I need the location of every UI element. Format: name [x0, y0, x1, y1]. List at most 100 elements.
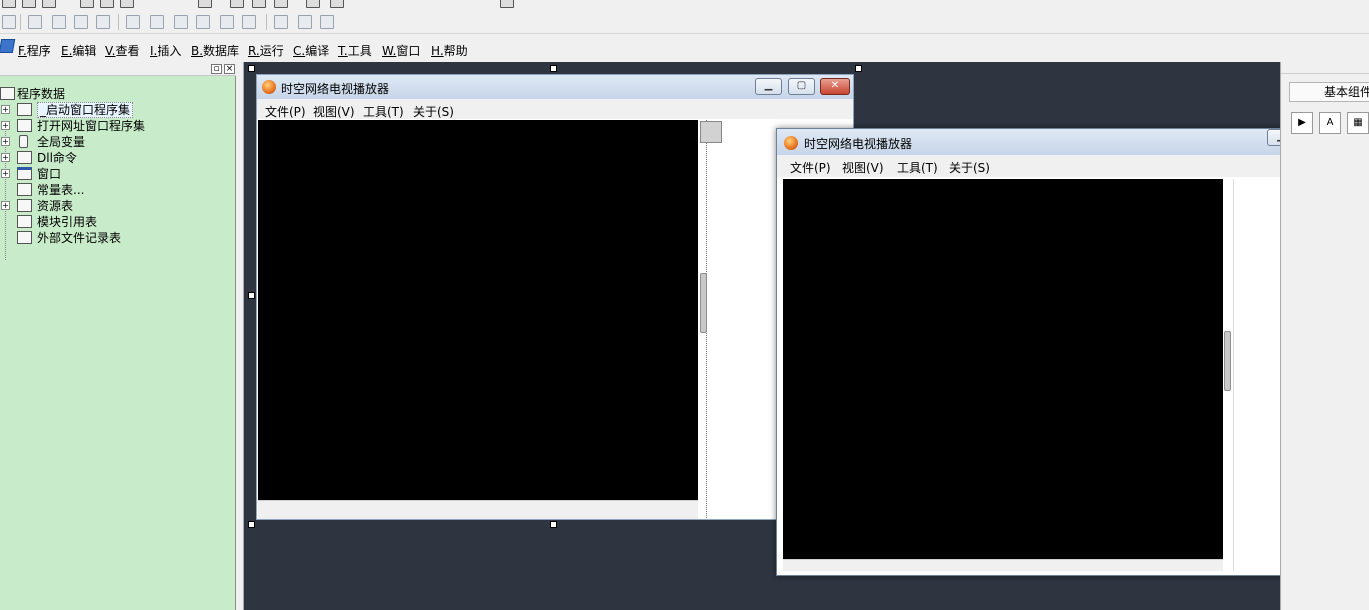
panel-splitter[interactable]	[236, 62, 244, 610]
class-icon	[17, 103, 32, 116]
same-height-icon[interactable]	[196, 15, 210, 29]
playlist-icon[interactable]	[700, 121, 722, 143]
menu-view[interactable]: 视图(V)	[842, 159, 884, 176]
pointer-icon[interactable]: ▶	[1291, 112, 1313, 134]
menu-view[interactable]: V.查看	[105, 42, 140, 59]
tree-item[interactable]: + _启动窗口程序集	[0, 102, 236, 118]
tree-root[interactable]: 程序数据	[0, 86, 236, 102]
toolbar-align-row	[0, 10, 1369, 34]
main-menubar: F.程序 E.编辑 V.查看 I.插入 B.数据库 R.运行 C.编译 T.工具…	[0, 36, 1369, 60]
expand-icon[interactable]: +	[1, 201, 10, 210]
grid-icon[interactable]	[2, 15, 16, 29]
design-window[interactable]: 时空网络电视播放器 ▁ ▢ ✕ 文件(P) 视图(V) 工具(T) 关于(S)	[256, 74, 854, 520]
label-icon[interactable]: A	[1319, 112, 1341, 134]
resource-icon	[17, 199, 32, 212]
stop-icon[interactable]	[330, 0, 344, 8]
copy-icon[interactable]	[100, 0, 114, 8]
expand-icon[interactable]: +	[1, 105, 10, 114]
menu-view[interactable]: 视图(V)	[313, 103, 355, 120]
window-titlebar[interactable]: 时空网络电视播放器 ▁ ▢ ✕	[257, 75, 853, 99]
module-icon	[17, 215, 32, 228]
video-area[interactable]	[258, 120, 698, 500]
menu-program[interactable]: F.程序	[18, 42, 51, 59]
expand-icon[interactable]: +	[1, 153, 10, 162]
toolbar-top-row	[0, 0, 1369, 10]
menu-compile[interactable]: C.编译	[293, 42, 329, 59]
resize-handle[interactable]	[550, 521, 557, 528]
tree-item[interactable]: + 窗口	[0, 166, 236, 182]
resize-handle[interactable]	[550, 65, 557, 72]
minimize-button[interactable]: ▁	[755, 78, 782, 95]
expand-icon[interactable]: +	[1, 137, 10, 146]
save-icon[interactable]	[42, 0, 56, 8]
layout-icon[interactable]	[274, 0, 288, 8]
tree-item-label: 窗口	[37, 167, 62, 181]
maximize-button[interactable]: ▢	[788, 78, 815, 95]
layout-icon[interactable]	[230, 0, 244, 8]
menu-tools[interactable]: 工具(T)	[363, 103, 404, 120]
expand-icon[interactable]: +	[1, 169, 10, 178]
resize-handle[interactable]	[855, 65, 862, 72]
resize-handle[interactable]	[248, 65, 255, 72]
layout-icon[interactable]	[252, 0, 266, 8]
variable-icon	[19, 135, 28, 148]
close-button[interactable]: ✕	[820, 78, 850, 95]
paste-icon[interactable]	[120, 0, 134, 8]
resize-width-icon[interactable]	[274, 15, 288, 29]
tree-item[interactable]: + 打开网址窗口程序集	[0, 118, 236, 134]
align-bottom-icon[interactable]	[96, 15, 110, 29]
edit-icon[interactable]	[22, 0, 36, 8]
menu-insert[interactable]: I.插入	[150, 42, 181, 59]
center-form-icon[interactable]	[320, 15, 334, 29]
status-bar	[783, 559, 1223, 571]
class-icon	[17, 119, 32, 132]
toolbar-icon[interactable]	[2, 0, 16, 8]
menu-database[interactable]: B.数据库	[191, 42, 239, 59]
resize-height-icon[interactable]	[298, 15, 312, 29]
resize-handle[interactable]	[248, 292, 255, 299]
space-horizontal-icon[interactable]	[220, 15, 234, 29]
collapse-grip[interactable]	[1224, 331, 1231, 391]
help-icon[interactable]	[500, 0, 514, 8]
same-width-icon[interactable]	[174, 15, 188, 29]
tree-item[interactable]: 模块引用表	[0, 214, 236, 230]
component-tab[interactable]: 基本组件	[1289, 82, 1369, 102]
menu-file[interactable]: 文件(P)	[265, 103, 306, 120]
close-icon[interactable]: ×	[224, 64, 235, 74]
menu-file[interactable]: 文件(P)	[790, 159, 831, 176]
video-area[interactable]	[783, 179, 1223, 559]
center-horizontal-icon[interactable]	[126, 15, 140, 29]
tree-item[interactable]: + Dll命令	[0, 150, 236, 166]
project-panel: ▫ × 程序数据 + _启动窗口程序集 + 打开网址窗口程序集 + 全局变量 +…	[0, 62, 236, 610]
collapse-grip[interactable]	[700, 273, 707, 333]
menu-help[interactable]: H.帮助	[431, 42, 468, 59]
panel-header	[1281, 62, 1369, 74]
align-left-icon[interactable]	[28, 15, 42, 29]
menu-tools[interactable]: T.工具	[338, 42, 372, 59]
align-top-icon[interactable]	[74, 15, 88, 29]
menu-tools[interactable]: 工具(T)	[897, 159, 938, 176]
cut-icon[interactable]	[80, 0, 94, 8]
run-icon[interactable]	[306, 0, 320, 8]
picture-icon[interactable]: ▦	[1347, 112, 1369, 134]
space-vertical-icon[interactable]	[242, 15, 256, 29]
menu-about[interactable]: 关于(S)	[413, 103, 454, 120]
tree-item[interactable]: + 全局变量	[0, 134, 236, 150]
menu-window[interactable]: W.窗口	[382, 42, 420, 59]
expand-icon[interactable]: +	[1, 121, 10, 130]
tree-item[interactable]: + 资源表	[0, 198, 236, 214]
align-right-icon[interactable]	[52, 15, 66, 29]
app-icon	[784, 136, 798, 150]
tree-item[interactable]: 外部文件记录表	[0, 230, 236, 246]
tree-item-label: Dll命令	[37, 151, 77, 165]
pin-icon[interactable]: ▫	[211, 64, 222, 74]
resize-handle[interactable]	[248, 521, 255, 528]
app-logo-icon	[0, 39, 16, 53]
menu-edit[interactable]: E.编辑	[61, 42, 96, 59]
center-vertical-icon[interactable]	[150, 15, 164, 29]
find-icon[interactable]	[198, 0, 212, 8]
menu-run[interactable]: R.运行	[248, 42, 284, 59]
menu-about[interactable]: 关于(S)	[949, 159, 990, 176]
panel-header: ▫ ×	[0, 62, 236, 76]
tree-item[interactable]: 常量表...	[0, 182, 236, 198]
